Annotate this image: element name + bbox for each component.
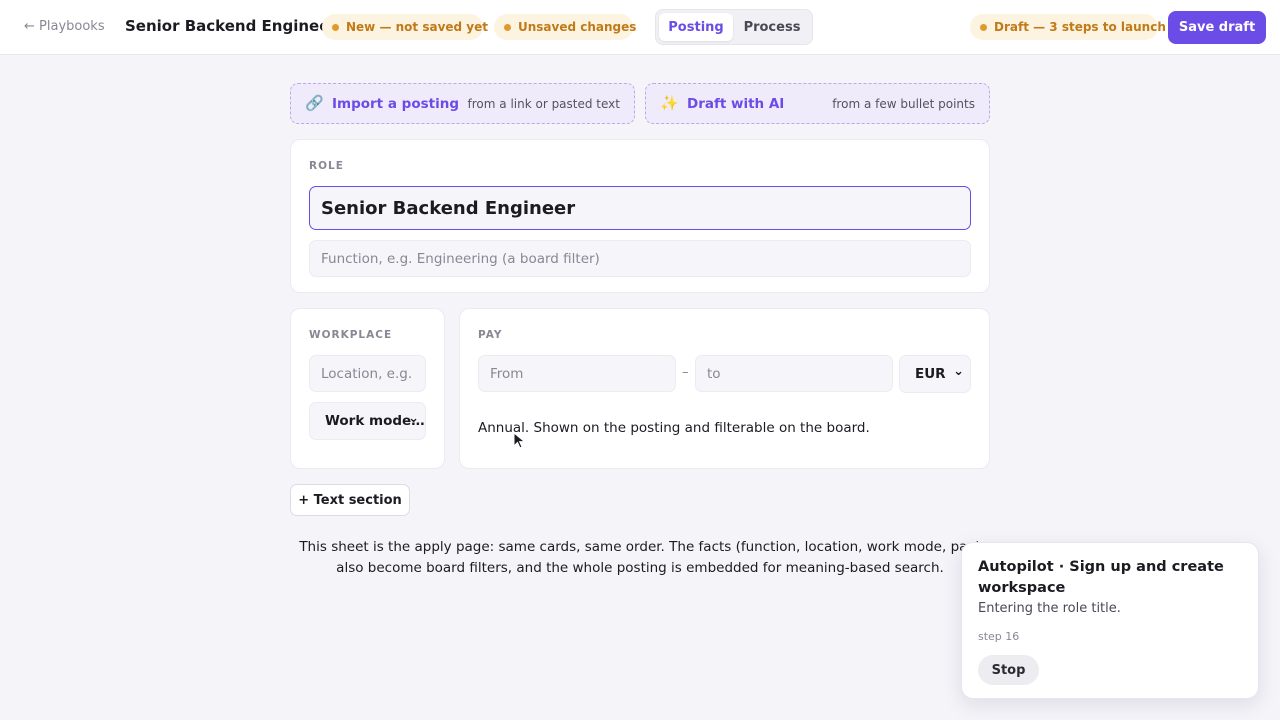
save-draft-button[interactable]: Save draft <box>1168 11 1266 44</box>
import-posting-subtitle: from a link or pasted text <box>467 97 620 111</box>
pay-range-separator: – <box>682 365 689 380</box>
status-badge-unsaved: Unsaved changes <box>494 14 637 40</box>
add-text-section-button[interactable]: + Text section <box>290 484 410 516</box>
stop-autopilot-button[interactable]: Stop <box>978 655 1039 685</box>
sparkles-icon: ✨ <box>660 94 679 112</box>
workplace-section-label: WORKPLACE <box>309 329 393 341</box>
autopilot-message: Entering the role title. <box>978 601 1121 616</box>
workplace-card: WORKPLACE Work mode… ⌄ <box>290 308 445 469</box>
tab-posting[interactable]: Posting <box>659 13 733 41</box>
role-card: ROLE <box>290 139 990 293</box>
autopilot-title: Autopilot · Sign up and create workspace <box>978 559 1224 596</box>
function-input[interactable] <box>309 240 971 277</box>
pay-note: Annual. Shown on the posting and filtera… <box>478 420 870 436</box>
pay-card: PAY – EUR ⌄ Annual. Shown on the posting… <box>459 308 990 469</box>
page-footnote: This sheet is the apply page: same cards… <box>299 539 981 576</box>
location-input[interactable] <box>309 355 426 392</box>
draft-with-ai-subtitle: from a few bullet points <box>832 97 975 111</box>
currency-value: EUR <box>915 366 946 382</box>
view-tabs: Posting Process <box>655 9 813 45</box>
status-badge-unsaved-label: Unsaved changes <box>518 20 637 34</box>
mouse-cursor-icon <box>513 432 526 449</box>
draft-status-badge[interactable]: Draft — 3 steps to launch <box>970 14 1166 40</box>
import-posting-title: Import a posting <box>332 96 459 112</box>
pay-section-label: PAY <box>478 329 503 341</box>
role-section-label: ROLE <box>309 160 344 172</box>
tab-process[interactable]: Process <box>735 13 809 41</box>
back-to-playbooks-link[interactable]: ← Playbooks <box>24 19 105 34</box>
status-badge-new: New — not saved yet <box>322 14 488 40</box>
role-title-input[interactable] <box>309 186 971 230</box>
pay-to-input[interactable] <box>695 355 893 392</box>
status-dot-icon <box>980 23 987 31</box>
status-dot-icon <box>504 23 511 31</box>
link-icon: 🔗 <box>305 94 324 112</box>
autopilot-panel: Autopilot · Sign up and create workspace… <box>961 542 1259 699</box>
status-dot-icon <box>332 23 339 31</box>
currency-select[interactable]: EUR ⌄ <box>899 355 971 393</box>
import-posting-button[interactable]: 🔗 Import a posting from a link or pasted… <box>290 83 635 124</box>
draft-with-ai-title: Draft with AI <box>687 96 785 112</box>
chevron-down-icon: ⌄ <box>953 364 964 379</box>
draft-with-ai-button[interactable]: ✨ Draft with AI from a few bullet points <box>645 83 990 124</box>
top-bar: ← Playbooks Senior Backend Engineer New … <box>0 0 1280 55</box>
autopilot-step: step 16 <box>978 630 1020 643</box>
work-mode-select[interactable]: Work mode… ⌄ <box>309 402 426 440</box>
pay-from-input[interactable] <box>478 355 676 392</box>
draft-status-label: Draft — 3 steps to launch <box>994 20 1166 34</box>
page-title: Senior Backend Engineer <box>125 17 337 35</box>
chevron-down-icon: ⌄ <box>408 411 419 426</box>
status-badge-new-label: New — not saved yet <box>346 20 488 34</box>
